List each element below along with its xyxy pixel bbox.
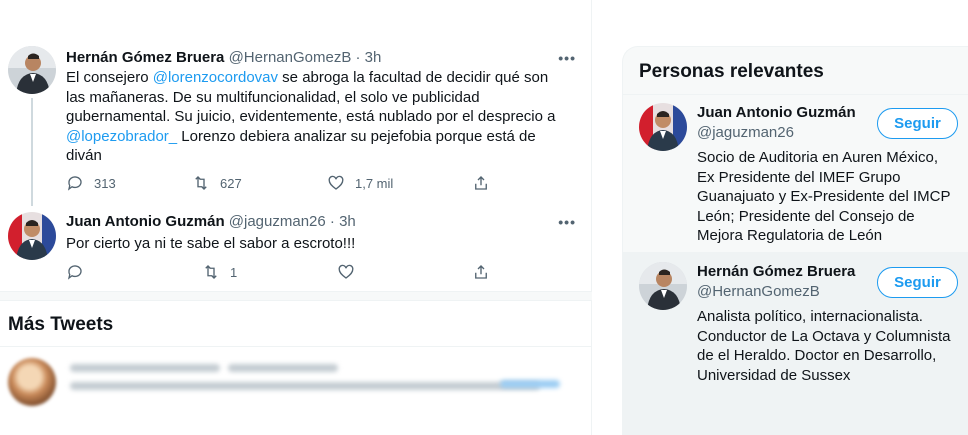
tweet[interactable]: Juan Antonio Guzmán @jaguzman26 · 3h •••…: [0, 200, 592, 290]
reply-icon: [67, 265, 82, 280]
blurred-text: [70, 382, 540, 390]
person-handle[interactable]: @HernanGomezB: [697, 282, 820, 302]
blurred-text: [70, 364, 220, 372]
author-handle[interactable]: @jaguzman26: [229, 213, 326, 230]
tweet-actions: 313 627 1,7 mil: [66, 174, 506, 194]
like-button[interactable]: [337, 263, 365, 281]
reply-count: 313: [94, 175, 116, 191]
tweet-header: Hernán Gómez Bruera @HernanGomezB · 3h: [66, 48, 381, 68]
reply-icon: [67, 176, 82, 191]
blurred-text: [228, 364, 338, 372]
divider: [0, 346, 592, 347]
tweet-actions: 1: [66, 263, 506, 283]
thread-line: [31, 98, 33, 206]
person-card[interactable]: Juan Antonio Guzmán @jaguzman26 Seguir S…: [623, 95, 968, 252]
tweet-text: Por cierto ya ni te sabe el sabor a escr…: [66, 235, 356, 252]
like-count: 1,7 mil: [355, 175, 394, 191]
person-name[interactable]: Juan Antonio Guzmán: [697, 103, 856, 123]
retweet-icon: [195, 176, 207, 190]
retweet-count: 1: [230, 264, 238, 280]
author-handle[interactable]: @HernanGomezB: [229, 49, 352, 66]
blurred-text: [500, 380, 560, 388]
retweet-icon: [205, 265, 217, 279]
timestamp[interactable]: · 3h: [330, 213, 356, 230]
avatar[interactable]: [639, 262, 687, 310]
reply-button[interactable]: 313: [66, 174, 116, 192]
retweet-button[interactable]: 627: [192, 174, 242, 192]
share-icon: [475, 265, 487, 279]
tweet[interactable]: Hernán Gómez Bruera @HernanGomezB · 3h •…: [0, 0, 592, 210]
like-button[interactable]: 1,7 mil: [327, 174, 393, 192]
follow-button[interactable]: Seguir: [877, 108, 958, 139]
retweet-count: 627: [220, 175, 242, 191]
more-icon[interactable]: •••: [558, 214, 576, 230]
avatar[interactable]: [8, 212, 56, 260]
author-name[interactable]: Juan Antonio Guzmán: [66, 213, 225, 230]
heart-icon: [328, 175, 344, 190]
share-button[interactable]: [472, 263, 490, 281]
retweet-button[interactable]: 1: [202, 263, 237, 281]
avatar[interactable]: [8, 46, 56, 94]
follow-button[interactable]: Seguir: [877, 267, 958, 298]
person-name[interactable]: Hernán Gómez Bruera: [697, 262, 855, 282]
reply-button[interactable]: [66, 263, 94, 281]
share-button[interactable]: [472, 174, 490, 192]
timeline: Hernán Gómez Bruera @HernanGomezB · 3h •…: [0, 0, 592, 435]
relevant-people-panel: Personas relevantes Juan Antonio Guzmán …: [622, 46, 968, 435]
mention-link[interactable]: @lopezobrador_: [66, 128, 177, 145]
tweet-header: Juan Antonio Guzmán @jaguzman26 · 3h: [66, 212, 356, 232]
more-icon[interactable]: •••: [558, 50, 576, 66]
person-card[interactable]: Hernán Gómez Bruera @HernanGomezB Seguir…: [623, 252, 968, 435]
person-handle[interactable]: @jaguzman26: [697, 123, 794, 143]
share-icon: [475, 176, 487, 190]
avatar[interactable]: [8, 358, 56, 406]
timestamp[interactable]: · 3h: [356, 49, 382, 66]
mention-link[interactable]: @lorenzocordovav: [153, 69, 278, 86]
person-bio: Analista político, internacionalista. Co…: [697, 308, 951, 384]
tweet-text: El consejero @lorenzocordovav se abroga …: [66, 68, 566, 166]
section-divider: [0, 291, 592, 301]
panel-title: Personas relevantes: [639, 61, 824, 82]
avatar[interactable]: [639, 103, 687, 151]
author-name[interactable]: Hernán Gómez Bruera: [66, 49, 224, 66]
heart-icon: [338, 264, 354, 279]
tweet-text-segment: El consejero: [66, 69, 153, 86]
more-tweets-heading: Más Tweets: [8, 314, 114, 335]
person-bio: Socio de Auditoria en Auren México, Ex P…: [697, 149, 951, 245]
